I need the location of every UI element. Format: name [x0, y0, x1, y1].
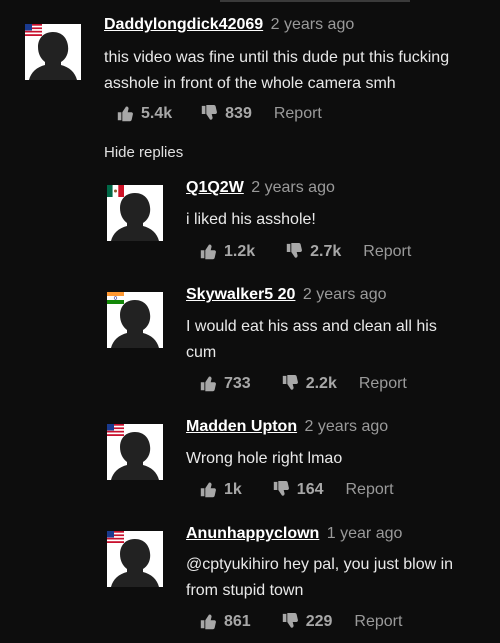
hide-replies-link[interactable]: Hide replies — [104, 144, 183, 161]
dislike-button[interactable]: 839 — [200, 105, 252, 123]
us-flag-icon — [25, 24, 42, 36]
comment-text: @cptyukihiro hey pal, you just blow in f… — [186, 556, 454, 599]
comment-age: 2 years ago — [270, 16, 355, 33]
like-button[interactable]: 5.4k — [116, 105, 172, 123]
thumbs-up-icon — [200, 482, 216, 498]
avatar[interactable] — [107, 185, 163, 241]
like-count: 1k — [224, 481, 242, 498]
dislike-count: 839 — [225, 105, 252, 122]
dislike-button[interactable]: 2.2k — [281, 375, 337, 393]
comment-text: I would eat his ass and clean all his cu… — [186, 318, 437, 361]
username-link[interactable]: Daddylongdick42069 — [104, 16, 263, 33]
thumbs-up-icon — [117, 106, 133, 122]
india-flag-icon — [107, 292, 124, 304]
username-link[interactable]: Skywalker5 20 — [186, 286, 295, 303]
comment-text: this video was fine until this dude put … — [104, 49, 450, 92]
report-button[interactable]: Report — [359, 375, 407, 393]
dislike-count: 229 — [305, 613, 333, 630]
dislike-button[interactable]: 229 — [281, 613, 333, 631]
comment-text: i liked his asshole! — [186, 211, 316, 228]
comment-age: 2 years ago — [251, 179, 335, 196]
like-button[interactable]: 1k — [199, 481, 242, 499]
dislike-button[interactable]: 164 — [272, 481, 324, 499]
comment-age: 1 year ago — [326, 525, 403, 542]
comment-age: 2 years ago — [302, 286, 387, 303]
mexico-flag-icon — [107, 185, 124, 197]
username-link[interactable]: Q1Q2W — [186, 179, 244, 196]
us-flag-icon — [107, 531, 124, 543]
thumbs-down-icon — [201, 105, 218, 120]
dislike-count: 164 — [296, 481, 324, 498]
like-button[interactable]: 861 — [199, 613, 251, 631]
dislike-button[interactable]: 2.7k — [285, 243, 341, 261]
like-button[interactable]: 1.2k — [199, 243, 255, 261]
thumbs-down-icon — [273, 481, 289, 496]
thumbs-up-icon — [200, 614, 216, 630]
report-button[interactable]: Report — [354, 613, 402, 631]
like-count: 1.2k — [224, 243, 256, 260]
avatar[interactable] — [107, 292, 163, 348]
avatar[interactable] — [25, 24, 81, 80]
thumbs-up-icon — [200, 244, 216, 260]
dislike-count: 2.7k — [310, 243, 342, 260]
thumbs-down-icon — [282, 613, 298, 628]
top-divider — [220, 0, 410, 2]
thumbs-down-icon — [282, 375, 298, 390]
report-button[interactable]: Report — [363, 243, 411, 261]
like-button[interactable]: 733 — [199, 375, 251, 393]
like-count: 5.4k — [141, 105, 173, 122]
like-count: 733 — [224, 375, 251, 392]
dislike-count: 2.2k — [305, 375, 337, 392]
avatar[interactable] — [107, 424, 163, 480]
avatar[interactable] — [107, 531, 163, 587]
username-link[interactable]: Anunhappyclown — [186, 525, 319, 542]
username-link[interactable]: Madden Upton — [186, 418, 297, 435]
thumbs-up-icon — [200, 376, 216, 392]
like-count: 861 — [224, 613, 251, 630]
comment-text: Wrong hole right lmao — [186, 450, 343, 467]
report-button[interactable]: Report — [346, 481, 394, 499]
thumbs-down-icon — [286, 243, 303, 258]
report-button[interactable]: Report — [274, 105, 322, 123]
comment-age: 2 years ago — [304, 418, 389, 435]
us-flag-icon — [107, 424, 124, 436]
